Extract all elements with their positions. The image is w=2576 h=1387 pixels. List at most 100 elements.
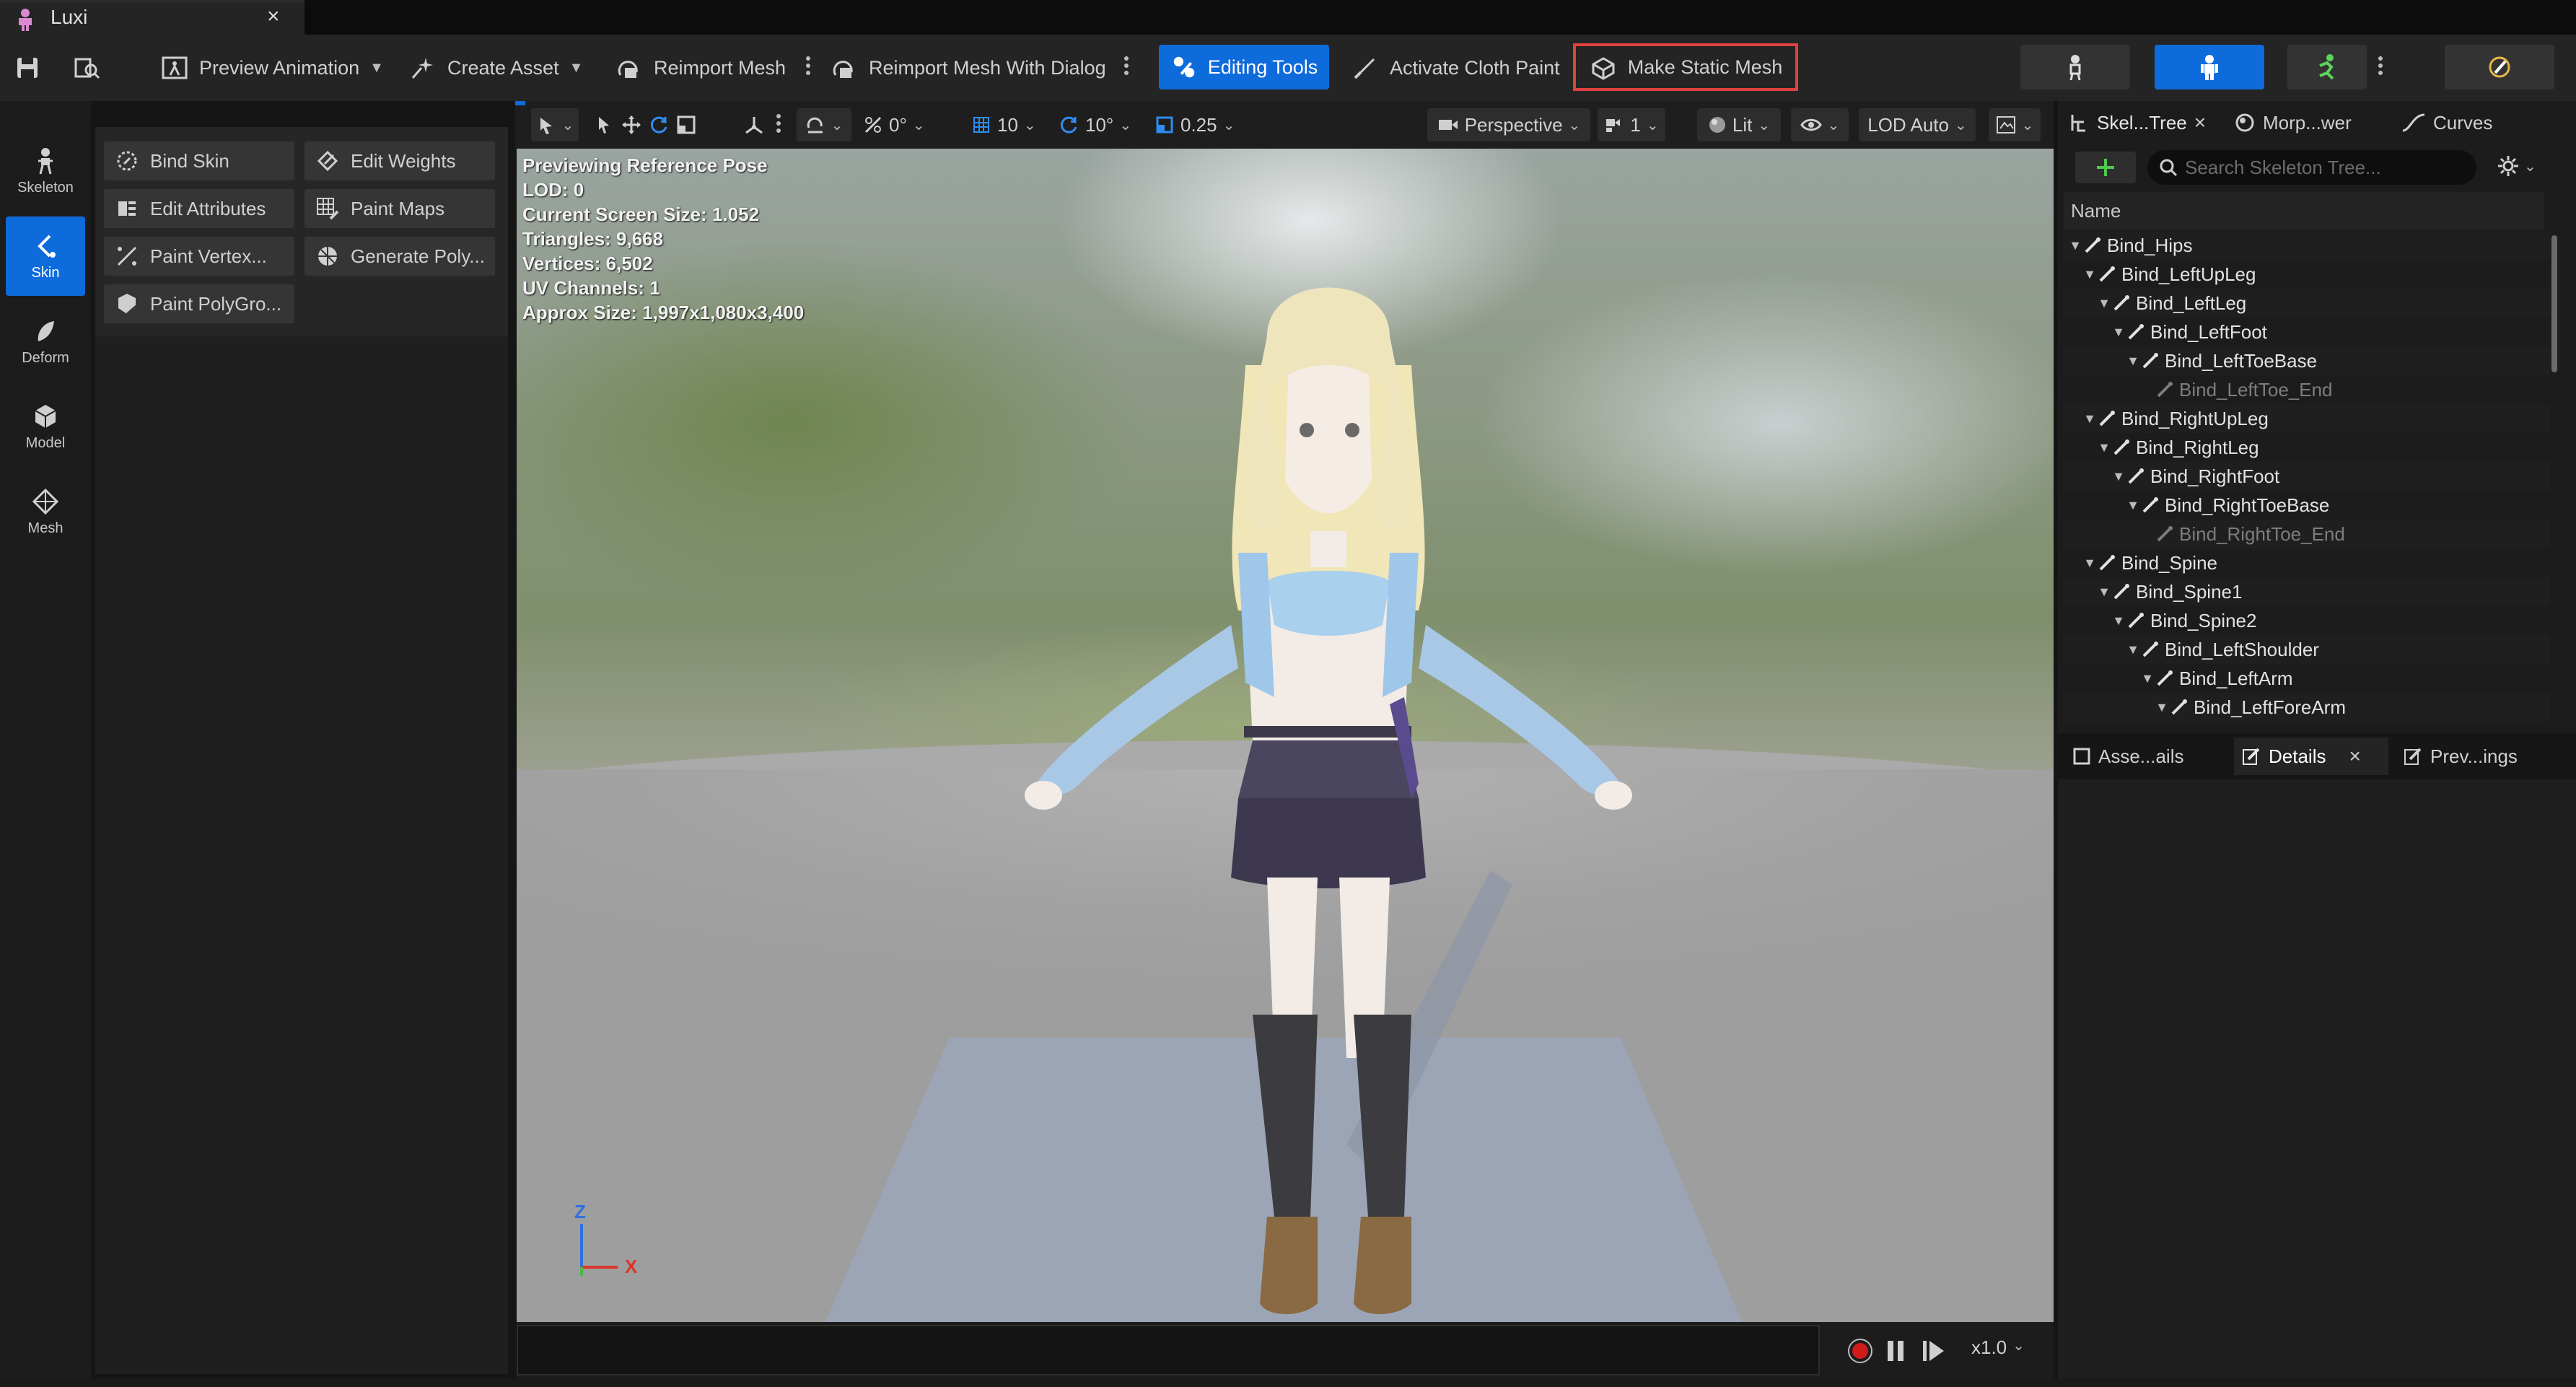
expand-arrow-icon[interactable]: ▼ bbox=[2126, 498, 2140, 513]
editing-tools-button[interactable]: Editing Tools bbox=[1159, 45, 1329, 89]
tab-skeleton-tree[interactable]: Skel...Tree × bbox=[2068, 104, 2206, 141]
coordinate-system-button[interactable] bbox=[743, 101, 765, 149]
viewport-options-dropdown[interactable]: ⌄ bbox=[1989, 108, 2041, 141]
mesh-mode-button[interactable] bbox=[2155, 45, 2264, 89]
tool-paint-polygroups[interactable]: Paint PolyGro... bbox=[104, 284, 294, 323]
select-mode-dropdown[interactable]: ⌄ bbox=[531, 108, 579, 141]
transform-options-kebab-icon[interactable] bbox=[775, 111, 782, 140]
mode-options-kebab-icon[interactable] bbox=[2377, 53, 2384, 82]
reimport-dialog-options-kebab-icon[interactable] bbox=[1123, 53, 1130, 82]
tree-row[interactable]: ▼ Bind_Spine1 bbox=[2064, 577, 2550, 606]
mode-skin[interactable]: Skin bbox=[6, 216, 85, 296]
tree-row[interactable]: ▼ Bind_LeftShoulder bbox=[2064, 635, 2550, 664]
camera-speed-dropdown[interactable]: 1 ⌄ bbox=[1598, 108, 1665, 141]
playback-speed-dropdown[interactable]: x1.0 ⌄ bbox=[1971, 1336, 2025, 1359]
tree-settings-button[interactable]: ⌄ bbox=[2497, 154, 2536, 178]
expand-arrow-icon[interactable]: ▼ bbox=[2097, 296, 2111, 311]
mode-deform[interactable]: Deform bbox=[6, 302, 85, 381]
reimport-options-kebab-icon[interactable] bbox=[805, 53, 812, 82]
expand-arrow-icon[interactable]: ▼ bbox=[2111, 325, 2126, 340]
reimport-mesh-dialog-button[interactable]: Reimport Mesh With Dialog bbox=[830, 35, 1106, 101]
translate-icon[interactable] bbox=[621, 114, 642, 136]
save-button[interactable] bbox=[13, 35, 42, 101]
expand-arrow-icon[interactable]: ▼ bbox=[2082, 267, 2097, 282]
tree-row[interactable]: Bind_RightToe_End bbox=[2064, 520, 2550, 548]
expand-arrow-icon[interactable]: ▼ bbox=[2111, 613, 2126, 629]
scale-snap-control[interactable]: 0.25 ⌄ bbox=[1155, 101, 1235, 149]
tree-column-header[interactable]: Name bbox=[2064, 192, 2544, 229]
activate-cloth-paint-button[interactable]: Activate Cloth Paint bbox=[1351, 35, 1560, 101]
make-static-mesh-button[interactable]: Make Static Mesh bbox=[1573, 43, 1798, 91]
skeleton-search-input[interactable]: Search Skeleton Tree... bbox=[2147, 150, 2476, 185]
scale-icon[interactable] bbox=[675, 114, 697, 136]
expand-arrow-icon[interactable]: ▼ bbox=[2155, 700, 2169, 715]
tool-generate-polygroups[interactable]: Generate Poly... bbox=[305, 237, 495, 276]
select-arrow-icon[interactable] bbox=[593, 114, 615, 136]
expand-arrow-icon[interactable]: ▼ bbox=[2068, 238, 2082, 253]
expand-arrow-icon[interactable]: ▼ bbox=[2111, 469, 2126, 484]
mode-skeleton[interactable]: Skeleton bbox=[6, 131, 85, 211]
reimport-mesh-button[interactable]: Reimport Mesh bbox=[615, 35, 786, 101]
tree-scrollbar[interactable] bbox=[2551, 235, 2557, 372]
tree-row[interactable]: ▼ Bind_LeftForeArm bbox=[2064, 693, 2550, 722]
tab-preview-settings[interactable]: Prev...ings bbox=[2403, 738, 2518, 775]
tree-row[interactable]: ▼ Bind_LeftFoot bbox=[2064, 318, 2550, 346]
pause-button[interactable] bbox=[1885, 1339, 1906, 1362]
angle-snap-control[interactable]: 10° ⌄ bbox=[1058, 101, 1131, 149]
tool-edit-weights[interactable]: Edit Weights bbox=[305, 141, 495, 180]
document-tab[interactable]: Luxi × bbox=[0, 0, 305, 35]
expand-arrow-icon[interactable]: ▼ bbox=[2126, 642, 2140, 657]
expand-arrow-icon[interactable]: ▼ bbox=[2140, 671, 2155, 686]
show-flags-dropdown[interactable]: ⌄ bbox=[1791, 108, 1849, 141]
lit-mode-dropdown[interactable]: Lit ⌄ bbox=[1697, 108, 1781, 141]
tree-row[interactable]: ▼ Bind_LeftToeBase bbox=[2064, 346, 2550, 375]
tab-details[interactable]: Details × bbox=[2234, 738, 2388, 775]
rotate-icon[interactable] bbox=[648, 114, 670, 136]
tree-row[interactable]: ▼ Bind_RightLeg bbox=[2064, 433, 2550, 462]
mode-mesh[interactable]: Mesh bbox=[6, 472, 85, 551]
tree-row[interactable]: ▼ Bind_RightFoot bbox=[2064, 462, 2550, 491]
expand-arrow-icon[interactable]: ▼ bbox=[2082, 556, 2097, 571]
tree-row[interactable]: Bind_LeftToe_End bbox=[2064, 375, 2550, 404]
tab-asset-details[interactable]: Asse...ails bbox=[2072, 738, 2184, 775]
close-tab-icon[interactable]: × bbox=[2349, 745, 2360, 768]
mode-model[interactable]: Model bbox=[6, 387, 85, 466]
tree-row[interactable]: ▼ Bind_LeftArm bbox=[2064, 664, 2550, 693]
timeline-scrubber[interactable] bbox=[517, 1325, 1820, 1375]
tree-row[interactable]: ▼ Bind_RightToeBase bbox=[2064, 491, 2550, 520]
grid-snap-control[interactable]: 10 ⌄ bbox=[971, 101, 1036, 149]
physics-mode-button[interactable] bbox=[2445, 45, 2554, 89]
3d-viewport[interactable]: Previewing Reference Pose LOD: 0 Current… bbox=[517, 149, 2054, 1322]
surface-snap-dropdown[interactable]: ⌄ bbox=[797, 108, 851, 141]
expand-arrow-icon[interactable]: ▼ bbox=[2082, 411, 2097, 426]
close-tab-icon[interactable]: × bbox=[267, 4, 280, 29]
tree-row[interactable]: ▼ Bind_LeftLeg bbox=[2064, 289, 2550, 318]
tree-row[interactable]: ▼ Bind_Hips bbox=[2064, 231, 2550, 260]
tab-curves[interactable]: Curves bbox=[2401, 104, 2492, 141]
tree-row[interactable]: ▼ Bind_Spine bbox=[2064, 548, 2550, 577]
lod-dropdown[interactable]: LOD Auto ⌄ bbox=[1859, 108, 1976, 141]
step-forward-button[interactable] bbox=[1921, 1339, 1945, 1362]
tab-morph-target-viewer[interactable]: Morp...wer bbox=[2234, 104, 2352, 141]
close-tab-icon[interactable]: × bbox=[2194, 111, 2206, 134]
tree-row[interactable]: ▼ Bind_RightUpLeg bbox=[2064, 404, 2550, 433]
expand-arrow-icon[interactable]: ▼ bbox=[2097, 440, 2111, 455]
preview-animation-button[interactable]: Preview Animation ▼ bbox=[160, 35, 384, 101]
browse-asset-button[interactable] bbox=[72, 35, 101, 101]
tool-paint-maps[interactable]: Paint Maps bbox=[305, 189, 495, 228]
record-button[interactable] bbox=[1847, 1338, 1873, 1364]
animation-mode-button[interactable] bbox=[2287, 45, 2367, 89]
perspective-dropdown[interactable]: Perspective ⌄ bbox=[1427, 108, 1590, 141]
rotation-snap-control[interactable]: 0° ⌄ bbox=[863, 101, 925, 149]
tree-row[interactable]: ▼ Bind_Spine2 bbox=[2064, 606, 2550, 635]
expand-arrow-icon[interactable]: ▼ bbox=[2097, 585, 2111, 600]
tool-edit-attributes[interactable]: Edit Attributes bbox=[104, 189, 294, 228]
add-bone-button[interactable] bbox=[2075, 152, 2136, 183]
tool-paint-vertex[interactable]: Paint Vertex... bbox=[104, 237, 294, 276]
create-asset-button[interactable]: Create Asset ▼ bbox=[408, 35, 583, 101]
expand-arrow-icon[interactable]: ▼ bbox=[2126, 354, 2140, 369]
skeleton-mode-button[interactable] bbox=[2020, 45, 2130, 89]
mode-label: Mesh bbox=[27, 520, 63, 536]
tree-row[interactable]: ▼ Bind_LeftUpLeg bbox=[2064, 260, 2550, 289]
tool-bind-skin[interactable]: Bind Skin bbox=[104, 141, 294, 180]
